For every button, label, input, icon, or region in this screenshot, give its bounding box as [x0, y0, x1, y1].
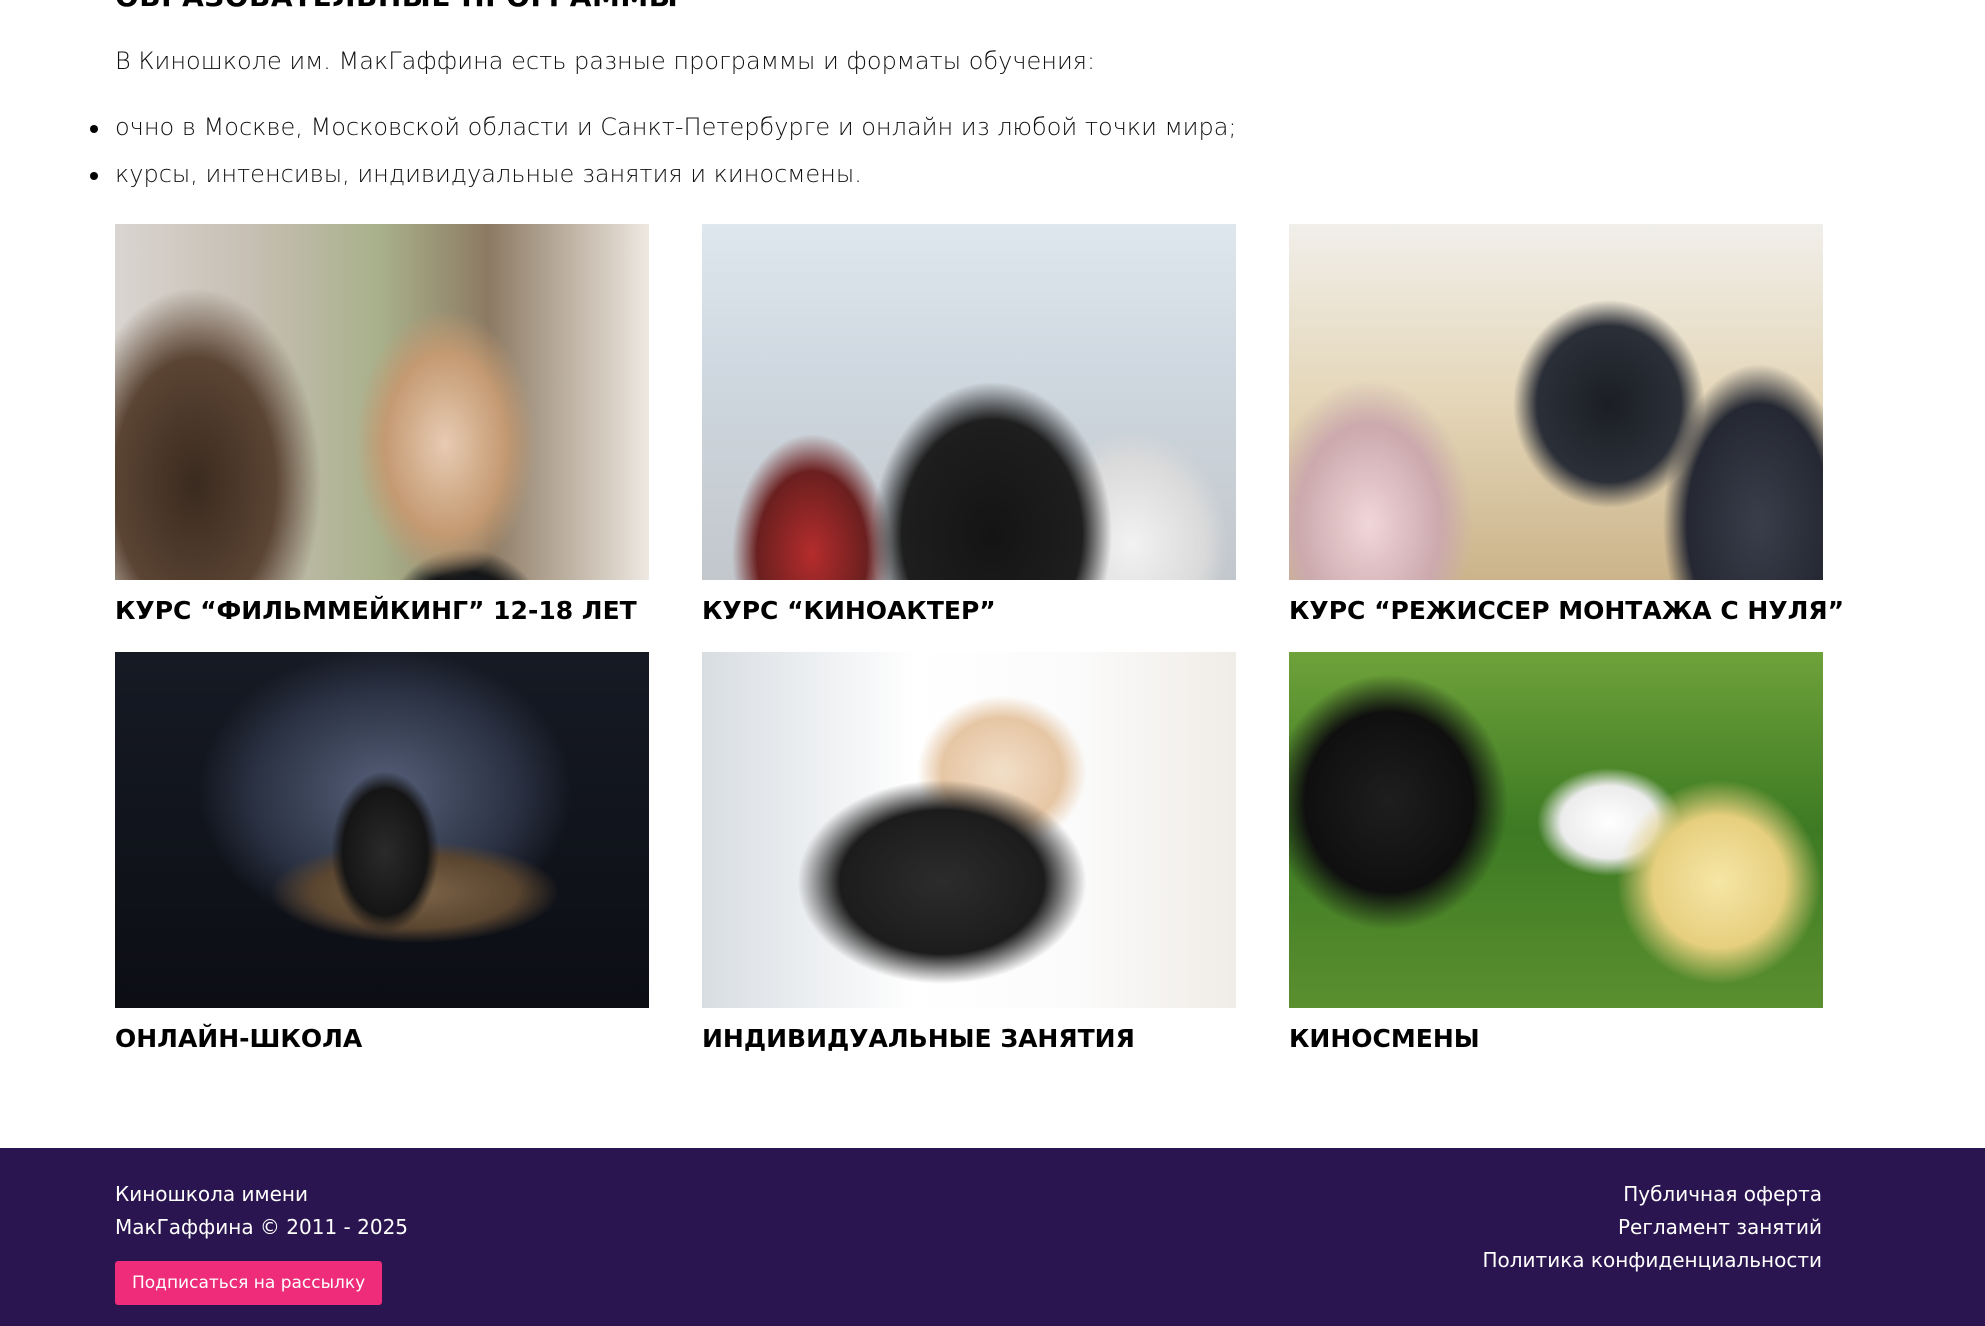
program-title[interactable]: КУРС “КИНОАКТЕР”: [702, 596, 1236, 626]
footer-copyright: Киношкола имени МакГаффина © 2011 - 2025: [115, 1178, 435, 1244]
list-item: очно в Москве, Московской области и Санк…: [90, 110, 1237, 144]
program-grid: КУРС “ФИЛЬММЕЙКИНГ” 12-18 ЛЕТ КУРС “КИНО…: [115, 224, 1844, 1054]
program-title[interactable]: КУРС “ФИЛЬММЕЙКИНГ” 12-18 ЛЕТ: [115, 596, 649, 626]
program-card-individual[interactable]: ИНДИВИДУАЛЬНЫЕ ЗАНЯТИЯ: [702, 652, 1236, 1054]
subscribe-button[interactable]: Подписаться на рассылку: [115, 1261, 383, 1305]
copyright-line: Киношкола имени: [115, 1182, 308, 1206]
program-card-editing[interactable]: КУРС “РЕЖИССЕР МОНТАЖА С НУЛЯ”: [1289, 224, 1844, 626]
program-photo[interactable]: [702, 224, 1236, 580]
program-photo[interactable]: [115, 224, 649, 580]
program-title[interactable]: ОНЛАЙН-ШКОЛА: [115, 1024, 649, 1054]
footer-links: Публичная оферта Регламент занятий Полит…: [1483, 1178, 1823, 1277]
list-item: курсы, интенсивы, индивидуальные занятия…: [90, 157, 1237, 191]
section-title: ОБРАЗОВАТЕЛЬНЫЕ ПРОГРАММЫ: [115, 0, 678, 13]
program-card-actor[interactable]: КУРС “КИНОАКТЕР”: [702, 224, 1236, 626]
link-public-offer[interactable]: Публичная оферта: [1483, 1178, 1822, 1211]
program-photo[interactable]: [702, 652, 1236, 1008]
program-card-online-school[interactable]: ОНЛАЙН-ШКОЛА: [115, 652, 649, 1054]
program-title[interactable]: ИНДИВИДУАЛЬНЫЕ ЗАНЯТИЯ: [702, 1024, 1236, 1054]
program-photo[interactable]: [1289, 652, 1823, 1008]
program-photo[interactable]: [115, 652, 649, 1008]
site-footer: Киношкола имени МакГаффина © 2011 - 2025…: [0, 1148, 1985, 1326]
program-title[interactable]: КИНОСМЕНЫ: [1289, 1024, 1823, 1054]
program-card-camps[interactable]: КИНОСМЕНЫ: [1289, 652, 1823, 1054]
page: ОБРАЗОВАТЕЛЬНЫЕ ПРОГРАММЫ В Киношколе им…: [0, 0, 1985, 1326]
section-intro: В Киношколе им. МакГаффина есть разные п…: [115, 47, 1096, 75]
format-list: очно в Москве, Московской области и Санк…: [90, 110, 1237, 204]
program-photo[interactable]: [1289, 224, 1823, 580]
copyright-line: МакГаффина © 2011 - 2025: [115, 1215, 409, 1239]
link-class-rules[interactable]: Регламент занятий: [1483, 1211, 1822, 1244]
program-title[interactable]: КУРС “РЕЖИССЕР МОНТАЖА С НУЛЯ”: [1289, 596, 1844, 626]
link-privacy-policy[interactable]: Политика конфиденциальности: [1483, 1244, 1823, 1277]
program-card-filmmaking[interactable]: КУРС “ФИЛЬММЕЙКИНГ” 12-18 ЛЕТ: [115, 224, 649, 626]
